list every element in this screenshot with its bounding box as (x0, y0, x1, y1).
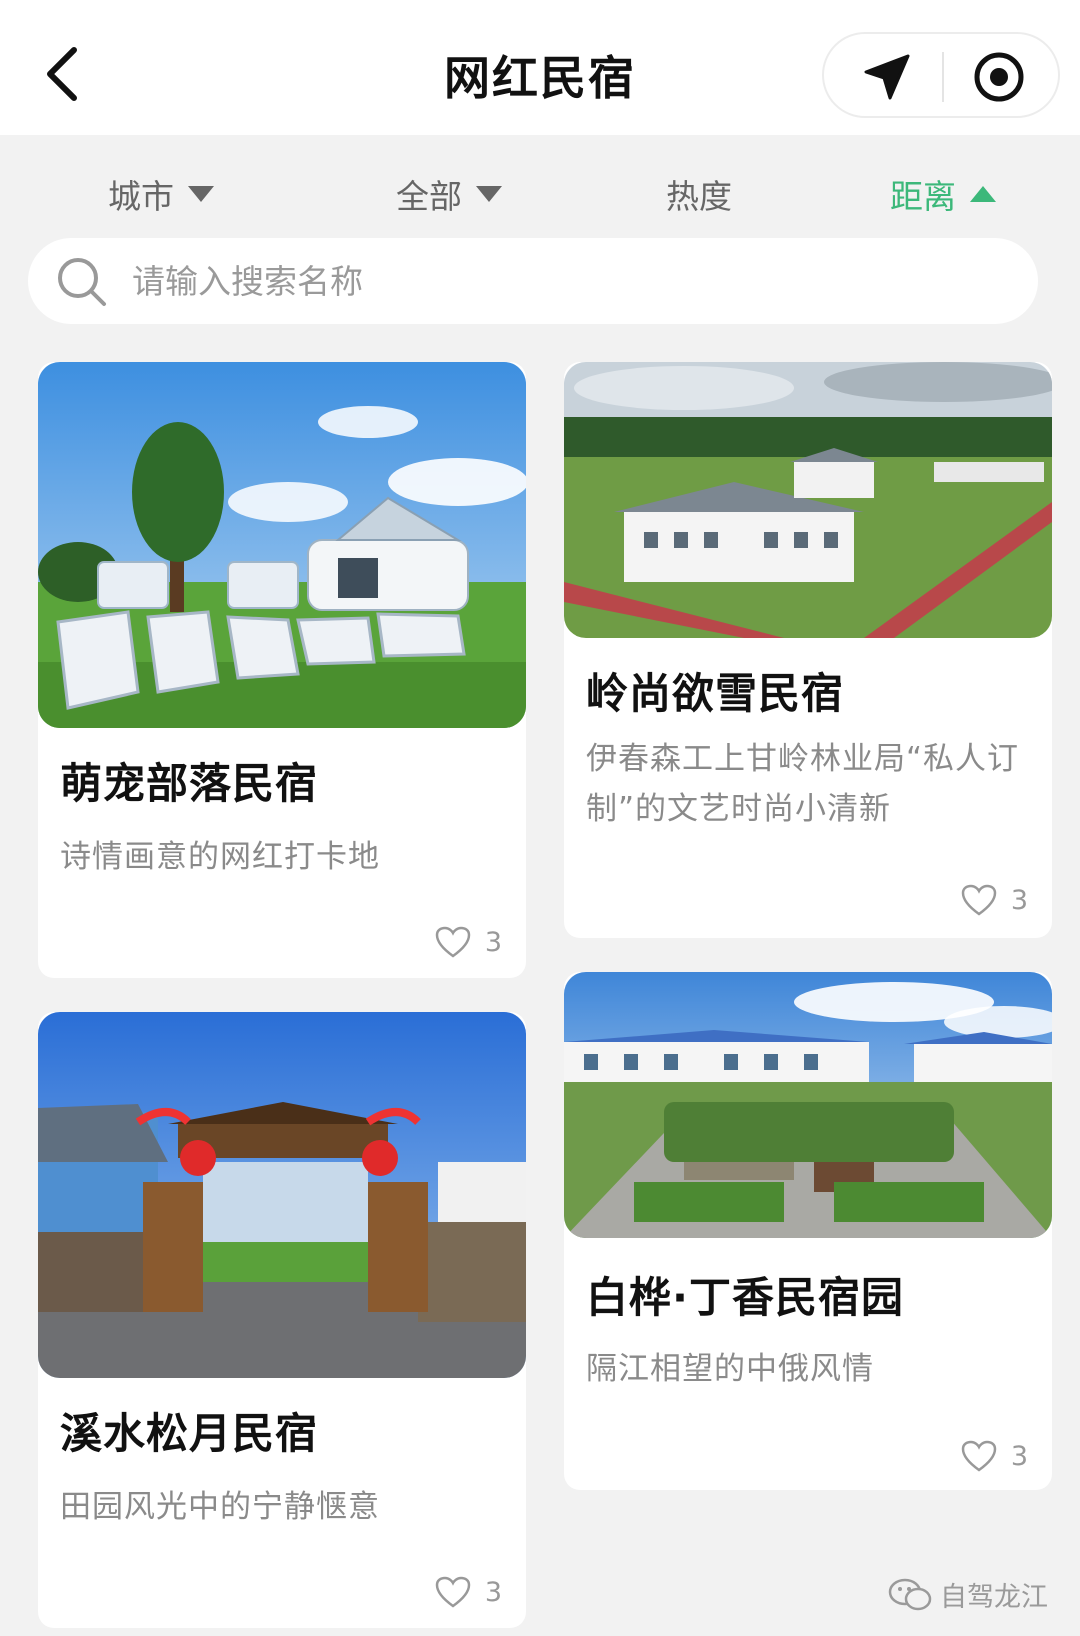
homestay-photo (38, 362, 526, 728)
homestay-description: 伊春森工上甘岭林业局“私人订制”的文艺时尚小清新 (586, 741, 1020, 827)
target-circle-icon (974, 52, 1024, 102)
homestay-photo (38, 1012, 526, 1378)
capsule-divider (942, 52, 944, 102)
homestay-description: 诗情画意的网红打卡地 (60, 839, 380, 875)
homestay-photo (564, 972, 1052, 1238)
homestay-name: 溪水松月民宿 (60, 1409, 319, 1458)
filter-label: 距离 (890, 177, 956, 216)
like-number: 3 (1010, 1440, 1028, 1472)
wechat-watermark: 自驾龙江 (888, 1575, 1048, 1614)
like-count[interactable]: 3 (435, 926, 502, 958)
homestay-card[interactable]: 岭尚欲雪民宿 伊春森工上甘岭林业局“私人订制”的文艺时尚小清新 3 (564, 362, 1052, 938)
navigation-arrow-icon (864, 54, 910, 100)
nav-header: 网红民宿 (0, 0, 1080, 135)
homestay-name: 白桦·丁香民宿园 (586, 1273, 904, 1322)
record-button[interactable] (972, 50, 1026, 104)
caret-down-icon (476, 186, 502, 202)
filter-label: 全部 (396, 177, 462, 216)
caret-down-icon (188, 186, 214, 202)
homestay-card[interactable]: 溪水松月民宿 田园风光中的宁静惬意 3 (38, 1012, 526, 1628)
homestay-description: 隔江相望的中俄风情 (586, 1351, 874, 1387)
search-input[interactable] (132, 252, 992, 310)
homestay-photo (564, 362, 1052, 638)
like-count[interactable]: 3 (961, 884, 1028, 916)
filter-popularity[interactable]: 热度 (666, 172, 732, 216)
filter-distance[interactable]: 距离 (890, 172, 996, 216)
miniprogram-capsule (822, 32, 1060, 118)
homestay-description: 田园风光中的宁静惬意 (60, 1489, 380, 1525)
like-count[interactable]: 3 (961, 1440, 1028, 1472)
wechat-icon (888, 1578, 932, 1610)
filter-city[interactable]: 城市 (108, 172, 214, 216)
search-bar (28, 238, 1038, 324)
caret-up-icon (970, 186, 996, 202)
search-icon (58, 258, 106, 306)
heart-icon (961, 884, 997, 916)
watermark-text: 自驾龙江 (940, 1582, 1048, 1613)
heart-icon (435, 926, 471, 958)
filter-label: 热度 (666, 177, 732, 216)
homestay-card[interactable]: 萌宠部落民宿 诗情画意的网红打卡地 3 (38, 362, 526, 978)
like-number: 3 (484, 1576, 502, 1608)
like-number: 3 (1010, 884, 1028, 916)
homestay-name: 岭尚欲雪民宿 (586, 669, 845, 718)
like-count[interactable]: 3 (435, 1576, 502, 1608)
heart-icon (961, 1440, 997, 1472)
filter-category[interactable]: 全部 (396, 172, 502, 216)
filter-label: 城市 (108, 177, 174, 216)
homestay-card[interactable]: 白桦·丁香民宿园 隔江相望的中俄风情 3 (564, 972, 1052, 1490)
homestay-name: 萌宠部落民宿 (60, 759, 319, 808)
like-number: 3 (484, 926, 502, 958)
location-button[interactable] (860, 52, 914, 102)
heart-icon (435, 1576, 471, 1608)
